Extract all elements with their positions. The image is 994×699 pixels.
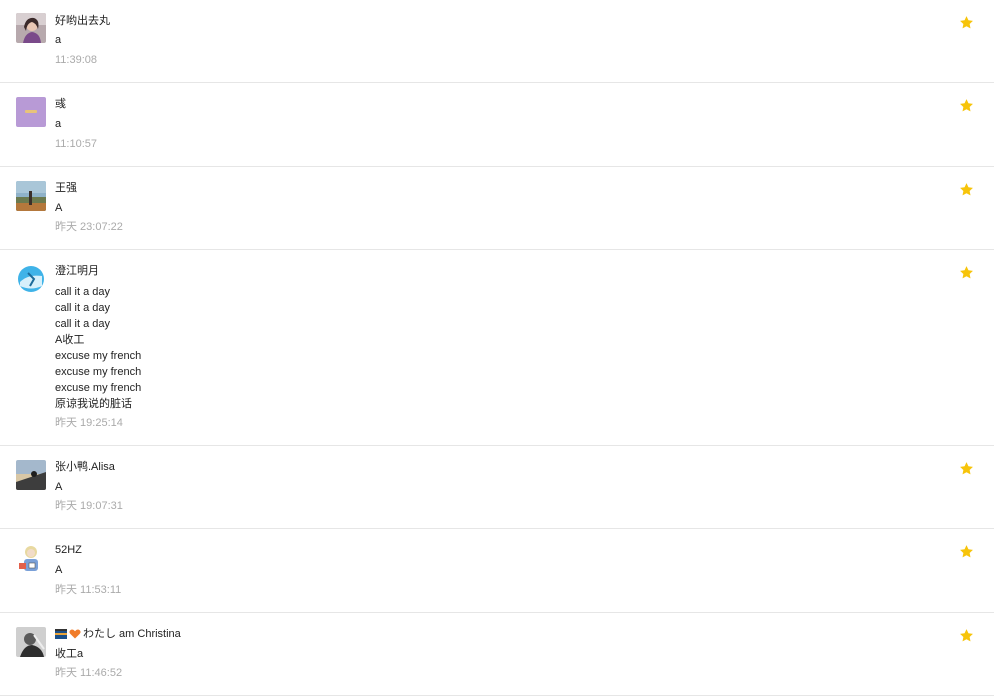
heart-icon [69, 629, 81, 639]
star-icon[interactable] [959, 98, 974, 113]
message-body: A [55, 479, 62, 495]
blue-circle-avatar [16, 264, 46, 294]
purple-square-avatar [16, 97, 46, 127]
list-item[interactable]: わたし am Christina 收工a 昨天 11:46:52 [0, 613, 994, 696]
message-time: 昨天 23:07:22 [55, 221, 123, 233]
star-icon[interactable] [959, 461, 974, 476]
message-time: 昨天 19:07:31 [55, 500, 123, 512]
message-list: 好哟出去丸 a 11:39:08 彧 a 11:10:57 王强 A 昨天 23… [0, 0, 994, 699]
message-line: 原谅我说的脏话 [55, 398, 132, 410]
message-line: excuse my french [55, 366, 142, 378]
message-line: a [55, 118, 62, 130]
sender-name: 好哟出去丸 [55, 15, 110, 27]
beach-photo-avatar [16, 460, 46, 490]
girl-portrait-avatar [16, 13, 46, 43]
message-body: call it a day call it a day call it a da… [55, 284, 141, 412]
star-icon[interactable] [959, 15, 974, 30]
message-line: 收工a [55, 648, 84, 660]
flag-icon [55, 629, 67, 639]
message-time: 昨天 11:53:11 [55, 584, 122, 596]
sender-name: 张小鸭.Alisa [55, 461, 115, 473]
landscape-avatar [16, 181, 46, 211]
message-time: 昨天 19:25:14 [55, 417, 123, 429]
message-body: a [55, 32, 61, 48]
message-line: A [55, 481, 63, 493]
message-body: A [55, 200, 62, 216]
sender-name: 王强 [55, 182, 77, 194]
sender-name: 彧 [55, 98, 66, 110]
message-time: 昨天 11:46:52 [55, 667, 123, 679]
list-item[interactable]: 王强 A 昨天 23:07:22 [0, 167, 994, 250]
list-item[interactable]: 好哟出去丸 a 11:39:08 [0, 0, 994, 83]
gray-portrait-avatar [16, 627, 46, 657]
sender-name: 52HZ [55, 544, 82, 556]
star-icon[interactable] [959, 182, 974, 197]
list-item[interactable]: 澄江明月 call it a day call it a day call it… [0, 250, 994, 446]
message-body: A [55, 562, 62, 578]
message-line: call it a day [55, 286, 111, 298]
message-time: 11:39:08 [55, 54, 98, 66]
message-line: A [55, 564, 63, 576]
message-body: a [55, 116, 61, 132]
star-icon[interactable] [959, 628, 974, 643]
sender-name: 澄江明月 [55, 265, 99, 277]
list-item[interactable]: 彧 a 11:10:57 [0, 83, 994, 167]
message-time: 11:10:57 [55, 138, 98, 150]
message-line: excuse my french [55, 382, 142, 394]
message-line: call it a day [55, 318, 111, 330]
star-icon[interactable] [959, 544, 974, 559]
star-icon[interactable] [959, 265, 974, 280]
message-line: call it a day [55, 302, 111, 314]
list-item[interactable]: 张小鸭.Alisa A 昨天 19:07:31 [0, 446, 994, 529]
sender-name: わたし am Christina [55, 626, 181, 642]
message-body: 收工a [55, 646, 83, 662]
message-line: a [55, 34, 62, 46]
message-line: excuse my french [55, 350, 142, 362]
list-item[interactable]: 52HZ A 昨天 11:53:11 [0, 529, 994, 613]
cartoon-avatar [16, 543, 46, 573]
sender-name-text: わたし am Christina [83, 628, 181, 640]
message-line: A [55, 202, 63, 214]
message-line: A收工 [55, 334, 85, 346]
